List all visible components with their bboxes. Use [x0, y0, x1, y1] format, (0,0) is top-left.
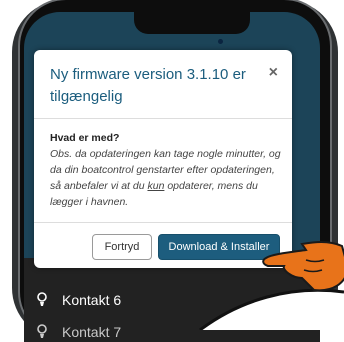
camera-dot — [218, 39, 223, 44]
close-button[interactable]: × — [269, 64, 278, 82]
lightbulb-icon — [37, 292, 47, 306]
body-heading: Hvad er med? — [50, 132, 120, 144]
dialog-title: Ny firmware version 3.1.10 er tilgængeli… — [50, 66, 246, 105]
phone-notch — [134, 12, 250, 34]
dialog-body: Hvad er med? Obs. da opdateringen kan ta… — [50, 130, 282, 210]
lightbulb-icon — [37, 324, 47, 338]
pointing-hand-icon — [262, 241, 344, 292]
underlined-word: kun — [147, 180, 165, 192]
firmware-update-dialog: Ny firmware version 3.1.10 er tilgængeli… — [34, 50, 292, 268]
list-item-kontakt-6[interactable]: Kontakt 6 — [36, 288, 121, 312]
header-divider — [34, 118, 292, 119]
body-text: Obs. da opdateringen kan tage nogle minu… — [50, 148, 281, 208]
list-item-kontakt-7[interactable]: Kontakt 7 — [36, 320, 121, 342]
list-item-label: Kontakt 7 — [62, 324, 122, 340]
cancel-button[interactable]: Fortryd — [92, 234, 152, 260]
list-item-label: Kontakt 6 — [62, 292, 122, 308]
footer-divider — [34, 222, 292, 223]
